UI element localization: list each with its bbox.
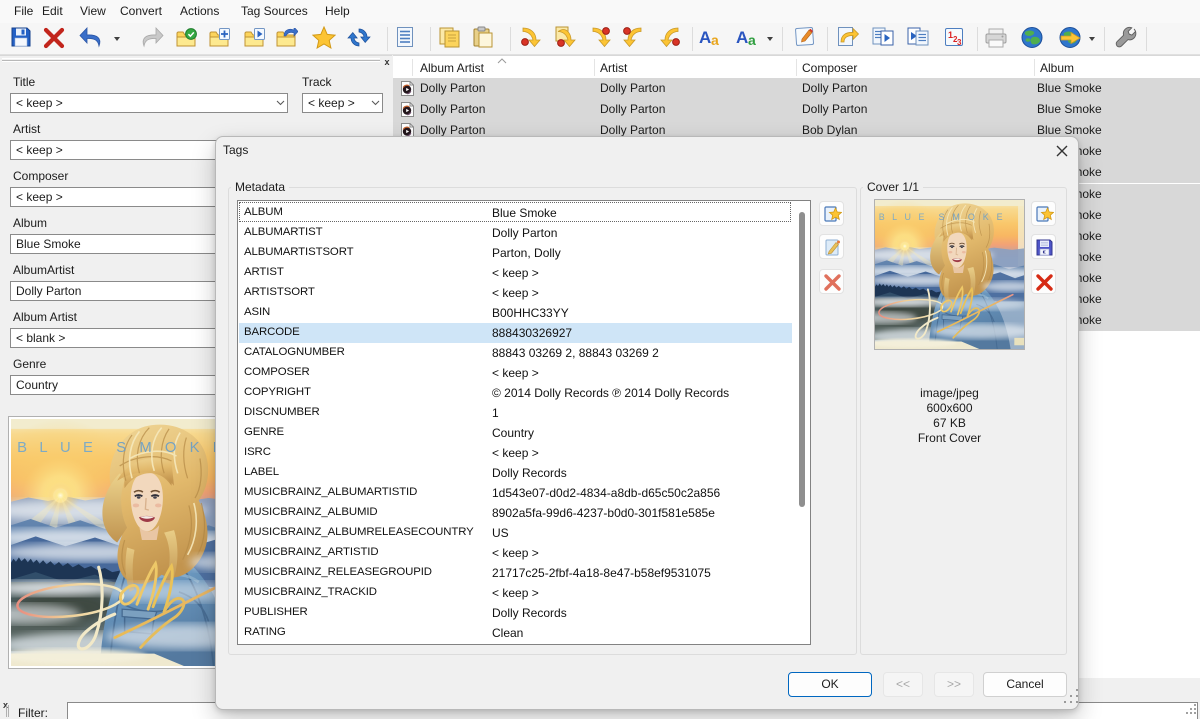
svg-text:3: 3 bbox=[957, 38, 962, 47]
svg-text:a: a bbox=[711, 32, 719, 48]
svg-text:A: A bbox=[736, 28, 748, 47]
svg-text:a: a bbox=[748, 32, 756, 48]
svg-text:A: A bbox=[699, 28, 711, 47]
